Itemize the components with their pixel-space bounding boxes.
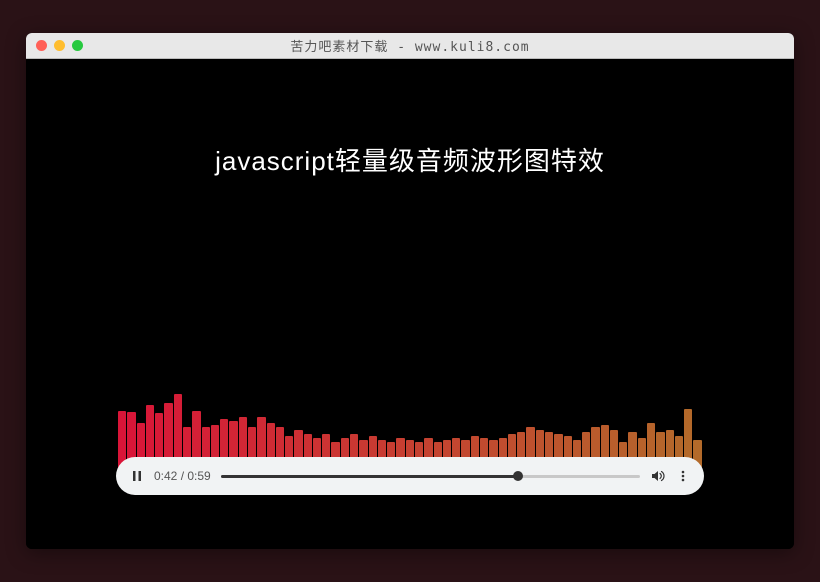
volume-icon bbox=[650, 468, 666, 484]
audio-player: 0:42 / 0:59 bbox=[116, 457, 704, 495]
menu-button[interactable] bbox=[676, 469, 690, 483]
time-display: 0:42 / 0:59 bbox=[154, 469, 211, 483]
content-area: javascript轻量级音频波形图特效 0:42 / 0:59 bbox=[26, 59, 794, 549]
pause-button[interactable] bbox=[130, 469, 144, 483]
browser-window: 苦力吧素材下载 - www.kuli8.com javascript轻量级音频波… bbox=[26, 33, 794, 549]
titlebar: 苦力吧素材下载 - www.kuli8.com bbox=[26, 33, 794, 59]
more-vertical-icon bbox=[676, 469, 690, 483]
pause-icon bbox=[130, 469, 144, 483]
progress-thumb[interactable] bbox=[513, 471, 523, 481]
progress-slider[interactable] bbox=[221, 475, 640, 478]
close-icon[interactable] bbox=[36, 40, 47, 51]
volume-button[interactable] bbox=[650, 468, 666, 484]
window-title: 苦力吧素材下载 - www.kuli8.com bbox=[36, 36, 784, 55]
current-time: 0:42 bbox=[154, 469, 177, 483]
page-title: javascript轻量级音频波形图特效 bbox=[46, 141, 774, 178]
minimize-icon[interactable] bbox=[54, 40, 65, 51]
waveform-bars bbox=[116, 365, 704, 469]
progress-fill bbox=[221, 475, 519, 478]
duration: 0:59 bbox=[187, 469, 210, 483]
maximize-icon[interactable] bbox=[72, 40, 83, 51]
waveform-container: 0:42 / 0:59 bbox=[116, 365, 704, 495]
traffic-lights bbox=[36, 40, 83, 51]
